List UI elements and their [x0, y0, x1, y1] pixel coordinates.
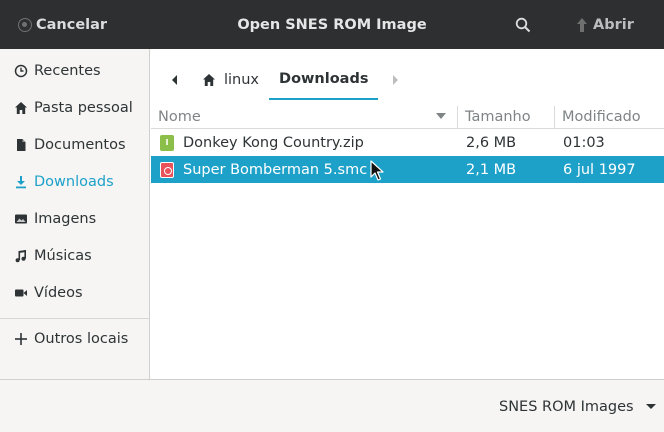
file-name-cell: Super Bomberman 5.smc	[160, 156, 367, 183]
filter-label: SNES ROM Images	[499, 398, 634, 415]
file-name: Donkey Kong Country.zip	[183, 134, 364, 151]
path-item-label: Downloads	[279, 71, 369, 87]
cancel-icon	[18, 17, 32, 32]
sidebar-item-label: Downloads	[34, 174, 114, 190]
file-type-filter-dropdown[interactable]: SNES ROM Images	[499, 380, 656, 432]
sidebar-item-label: Vídeos	[34, 285, 83, 301]
sidebar-item-imagens[interactable]: Imagens	[0, 204, 150, 234]
music-icon	[14, 249, 28, 263]
home-icon	[203, 74, 215, 86]
sidebar-item-recentes[interactable]: Recentes	[0, 56, 150, 86]
file-list-header: Nome Tamanho Modificado	[151, 104, 664, 129]
file-size: 2,1 MB	[466, 161, 517, 178]
dialog-footer: SNES ROM Images	[0, 379, 664, 432]
file-list: Nome Tamanho Modificado Donkey Kong Coun…	[151, 104, 664, 379]
sidebar-item-label: Pasta pessoal	[34, 100, 133, 116]
clock-icon	[14, 64, 28, 78]
path-item-downloads[interactable]: Downloads	[269, 60, 379, 100]
plus-icon	[14, 332, 28, 346]
sort-descending-icon	[436, 113, 446, 119]
video-icon	[14, 286, 28, 300]
download-icon	[14, 175, 28, 189]
open-button[interactable]: Abrir	[575, 0, 634, 49]
chevron-right-icon	[393, 75, 399, 85]
sidebar-item-musicas[interactable]: Músicas	[0, 241, 150, 271]
sidebar-separator	[0, 318, 150, 319]
sidebar-item-label: Outros locais	[34, 331, 129, 347]
column-separator	[457, 106, 458, 128]
file-size: 2,6 MB	[466, 134, 517, 151]
chevron-left-icon	[172, 75, 177, 85]
file-modified: 01:03	[563, 134, 605, 151]
header-bar: Cancelar Open SNES ROM Image Abrir	[0, 0, 664, 49]
places-sidebar: Recentes Pasta pessoal Documentos Downlo…	[0, 49, 150, 379]
sidebar-item-documentos[interactable]: Documentos	[0, 130, 150, 160]
path-bar: linux Downloads	[158, 60, 412, 100]
open-label: Abrir	[593, 16, 634, 33]
file-name-cell: Donkey Kong Country.zip	[160, 129, 364, 156]
sidebar-item-videos[interactable]: Vídeos	[0, 278, 150, 308]
rom-file-icon	[160, 161, 174, 178]
path-back-button[interactable]	[158, 60, 192, 100]
column-separator	[554, 106, 555, 128]
file-modified: 6 jul 1997	[563, 161, 636, 178]
path-forward-button[interactable]	[378, 60, 412, 100]
column-header-label: Nome	[158, 108, 201, 125]
column-header-label: Modificado	[562, 108, 641, 125]
chevron-down-icon	[645, 404, 656, 409]
sidebar-item-label: Imagens	[34, 211, 97, 227]
image-icon	[14, 212, 28, 226]
document-icon	[14, 138, 28, 152]
sidebar-item-label: Músicas	[34, 248, 92, 264]
column-header-name[interactable]: Nome	[158, 104, 454, 129]
upload-icon	[575, 17, 589, 32]
search-button[interactable]	[512, 0, 534, 49]
column-header-modified[interactable]: Modificado	[562, 104, 662, 129]
column-header-label: Tamanho	[465, 108, 531, 125]
column-header-size[interactable]: Tamanho	[465, 104, 555, 129]
file-row[interactable]: Donkey Kong Country.zip 2,6 MB 01:03	[151, 129, 664, 156]
search-icon	[515, 17, 531, 32]
sidebar-item-downloads[interactable]: Downloads	[0, 167, 150, 197]
path-item-home[interactable]: linux	[192, 60, 269, 100]
cancel-button[interactable]: Cancelar	[18, 0, 107, 49]
cancel-label: Cancelar	[36, 16, 108, 33]
zip-archive-icon	[160, 134, 174, 151]
mouse-pointer-icon	[370, 160, 384, 181]
sidebar-item-outros-locais[interactable]: Outros locais	[0, 324, 150, 354]
file-name: Super Bomberman 5.smc	[183, 161, 368, 178]
sidebar-item-label: Recentes	[34, 63, 101, 79]
file-row-selected[interactable]: Super Bomberman 5.smc 2,1 MB 6 jul 1997	[151, 156, 664, 183]
sidebar-item-pasta-pessoal[interactable]: Pasta pessoal	[0, 93, 150, 123]
path-item-label: linux	[224, 72, 260, 88]
home-icon	[14, 101, 28, 115]
sidebar-item-label: Documentos	[34, 137, 126, 153]
